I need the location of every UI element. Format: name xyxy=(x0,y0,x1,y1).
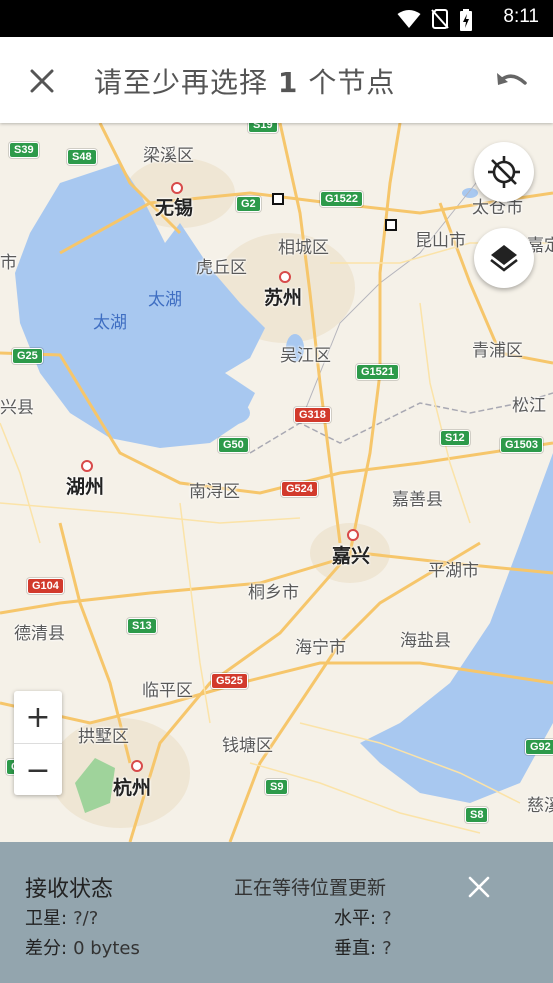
undo-icon xyxy=(497,73,527,85)
place-label: 市 xyxy=(0,253,17,273)
horizontal-row: 水平:? xyxy=(334,904,392,930)
place-label: 昆山市 xyxy=(415,231,466,251)
undo-button[interactable] xyxy=(487,57,535,105)
lake-label: 太湖 xyxy=(93,313,127,333)
no-sim-icon xyxy=(431,9,449,29)
road-shield: S9 xyxy=(265,779,289,795)
reception-status-panel: 接收状态 正在等待位置更新 卫星: ?/? 差分: 0 bytes 水平:? 垂直:… xyxy=(0,842,553,983)
road-shield: S39 xyxy=(9,142,39,158)
city-dot xyxy=(347,529,359,541)
place-label: 苏州 xyxy=(264,287,303,309)
vertical-value: ? xyxy=(382,938,392,959)
close-button[interactable] xyxy=(18,57,66,105)
road-shield: G318 xyxy=(294,407,331,423)
place-label: 平湖市 xyxy=(428,561,479,581)
road-shield: G1522 xyxy=(320,191,364,207)
layers-button[interactable] xyxy=(474,228,534,288)
city-dot xyxy=(131,760,143,772)
city-dot xyxy=(279,271,291,283)
diff-label: 差分: xyxy=(25,938,68,959)
title-prefix: 请至少再选择 xyxy=(94,66,269,99)
close-icon xyxy=(30,69,54,93)
place-label: 南浔区 xyxy=(189,482,240,502)
road-shield: G104 xyxy=(27,578,64,594)
road-shield: S13 xyxy=(127,618,157,634)
status-icons xyxy=(392,9,473,31)
gps-off-icon xyxy=(488,156,520,188)
zoom-in-button[interactable]: + xyxy=(14,691,62,744)
road-shield: G1503 xyxy=(500,437,544,453)
place-label: 杭州 xyxy=(113,777,152,799)
place-label: 湖州 xyxy=(66,476,105,498)
place-label: 慈溪 xyxy=(527,796,553,816)
battery-charging-icon xyxy=(460,9,472,31)
city-dot xyxy=(81,460,93,472)
diff-value: 0 bytes xyxy=(73,938,140,959)
zoom-out-button[interactable]: − xyxy=(14,744,62,796)
panel-title: 接收状态 xyxy=(25,877,114,902)
place-label: 嘉善县 xyxy=(392,490,443,510)
layers-icon xyxy=(490,245,518,272)
place-label: 相城区 xyxy=(278,238,329,258)
horizontal-value: ? xyxy=(382,908,392,929)
clock: 8:11 xyxy=(503,6,539,27)
road-shield: G1521 xyxy=(356,364,400,380)
status-bar: 8:11 xyxy=(0,0,553,37)
node-marker[interactable] xyxy=(272,193,284,205)
place-label: 青浦区 xyxy=(472,341,523,361)
place-label: 吴江区 xyxy=(280,346,331,366)
title-count: 1 xyxy=(277,66,299,99)
road-shield: G2 xyxy=(236,196,261,212)
place-label: 嘉兴 xyxy=(332,545,371,567)
horizontal-label: 水平: xyxy=(334,908,377,929)
wifi-icon xyxy=(397,10,421,28)
zoom-control: + − xyxy=(14,691,62,795)
place-label: 梁溪区 xyxy=(143,146,194,166)
road-shield: S12 xyxy=(440,430,470,446)
lake-label: 太湖 xyxy=(148,290,182,310)
map-view[interactable]: 梁溪区 无锡 相城区 昆山市 虎丘区 苏州 太仓市 嘉定 太湖 太湖 吴江区 青… xyxy=(0,123,553,842)
place-label: 桐乡市 xyxy=(248,583,299,603)
vertical-label: 垂直: xyxy=(334,938,377,959)
place-label: 无锡 xyxy=(155,197,194,219)
road-shield: G25 xyxy=(12,348,43,364)
diff-row: 差分: 0 bytes xyxy=(25,934,140,960)
waiting-text: 正在等待位置更新 xyxy=(234,877,387,899)
satellite-label: 卫星: xyxy=(25,908,68,929)
place-label: 德清县 xyxy=(14,624,65,644)
close-panel-icon xyxy=(468,876,490,898)
road-shield: G50 xyxy=(218,437,249,453)
title-suffix: 个节点 xyxy=(308,66,396,99)
page-title: 请至少再选择 1 个节点 xyxy=(94,61,395,101)
place-label: 海宁市 xyxy=(295,638,346,658)
place-label: 拱墅区 xyxy=(78,727,129,747)
place-label: 钱塘区 xyxy=(222,736,273,756)
app-bar: 请至少再选择 1 个节点 xyxy=(0,37,553,123)
vertical-row: 垂直:? xyxy=(334,934,392,960)
road-shield: S19 xyxy=(248,123,278,133)
place-label: 松江 xyxy=(512,396,546,416)
road-shield: S48 xyxy=(67,149,97,165)
place-label: 海盐县 xyxy=(400,631,451,651)
road-shield: G524 xyxy=(281,481,318,497)
place-label: 虎丘区 xyxy=(196,258,247,278)
satellite-value: ?/? xyxy=(73,908,99,929)
locate-button[interactable] xyxy=(474,142,534,202)
road-shield: S8 xyxy=(465,807,489,823)
place-label: 兴县 xyxy=(0,398,34,418)
node-marker[interactable] xyxy=(385,219,397,231)
satellite-row: 卫星: ?/? xyxy=(25,904,98,930)
road-shield: G525 xyxy=(211,673,248,689)
place-label: 临平区 xyxy=(142,681,193,701)
close-panel-button[interactable] xyxy=(462,870,496,904)
city-dot xyxy=(171,182,183,194)
road-shield: G92 xyxy=(525,739,553,755)
